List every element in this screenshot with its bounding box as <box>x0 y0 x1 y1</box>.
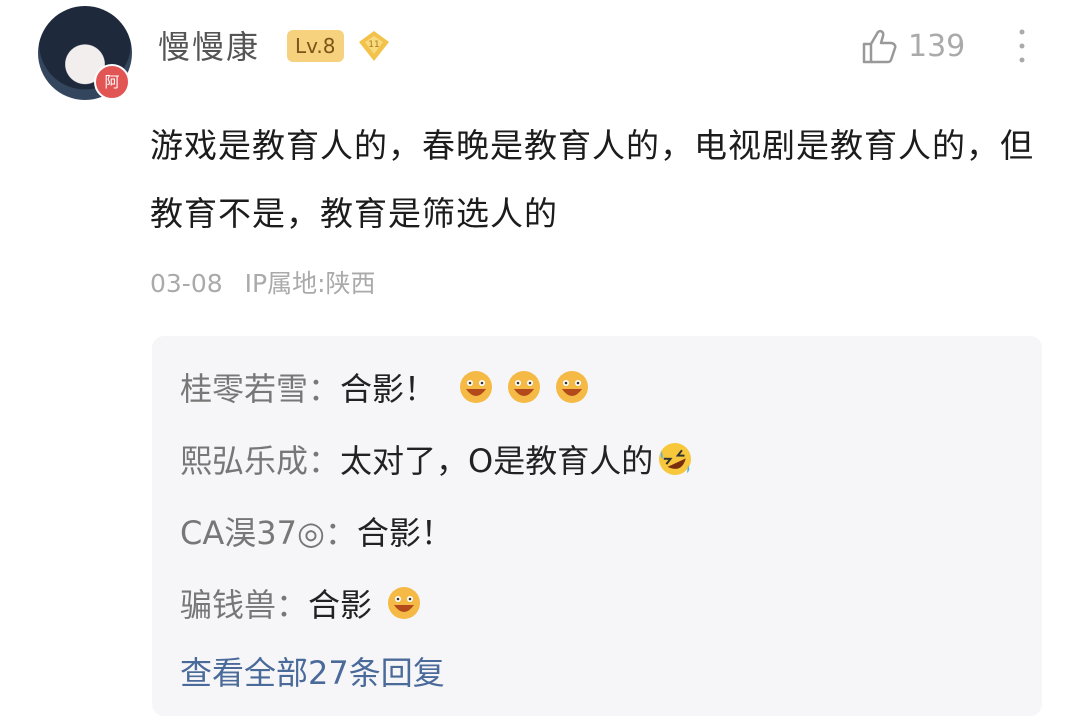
reply-author[interactable]: 桂零若雪 <box>180 364 308 410</box>
reply-text: 太对了，O是教育人的 <box>340 442 654 480</box>
view-all-replies-link[interactable]: 查看全部27条回复 <box>180 648 445 694</box>
laugh-emoji-icon <box>460 371 493 403</box>
thumbs-up-icon <box>862 29 897 64</box>
comment-text: 游戏是教育人的，春晚是教育人的，电视剧是教育人的，但教育不是，教育是筛选人的 <box>150 126 1034 233</box>
reply-separator: ： <box>308 442 341 480</box>
reply-item[interactable]: 熙弘乐成：太对了，O是教育人的 <box>180 436 693 482</box>
reply-text: 合影！ <box>356 514 453 552</box>
reply-item[interactable]: 骗钱兽：合影 <box>180 580 422 626</box>
username[interactable]: 慢慢康 <box>158 22 260 68</box>
reply-text: 合影！ <box>340 370 437 408</box>
level-badge: Lv.8 <box>287 30 344 62</box>
svg-text:11: 11 <box>368 40 379 50</box>
laugh-emoji-icon <box>556 371 589 403</box>
reply-text: 合影 <box>308 586 373 624</box>
reply-author[interactable]: CA淏37◎ <box>180 508 325 554</box>
reply-separator: ： <box>276 586 309 624</box>
rofl-emoji-icon <box>659 443 692 475</box>
laugh-emoji-icon <box>388 587 421 619</box>
avatar-badge: 阿 <box>94 64 130 100</box>
reply-item[interactable]: 桂零若雪：合影！ <box>180 364 590 410</box>
reply-item[interactable]: CA淏37◎：合影！ <box>180 508 453 554</box>
comment-meta: 03-08 IP属地:陕西 <box>150 264 376 300</box>
vip-diamond-icon: 11 <box>359 31 389 61</box>
reply-separator: ： <box>324 514 357 552</box>
like-count: 139 <box>908 28 966 64</box>
reply-author[interactable]: 骗钱兽 <box>180 580 276 626</box>
like-button[interactable]: 139 <box>858 24 965 68</box>
avatar[interactable]: 阿 <box>38 6 132 100</box>
reply-separator: ： <box>308 370 341 408</box>
comment-date: 03-08 <box>150 269 223 298</box>
ip-location: IP属地:陕西 <box>244 269 376 298</box>
laugh-emoji-icon <box>508 371 541 403</box>
more-icon[interactable] <box>1012 24 1032 68</box>
reply-author[interactable]: 熙弘乐成 <box>180 436 308 482</box>
